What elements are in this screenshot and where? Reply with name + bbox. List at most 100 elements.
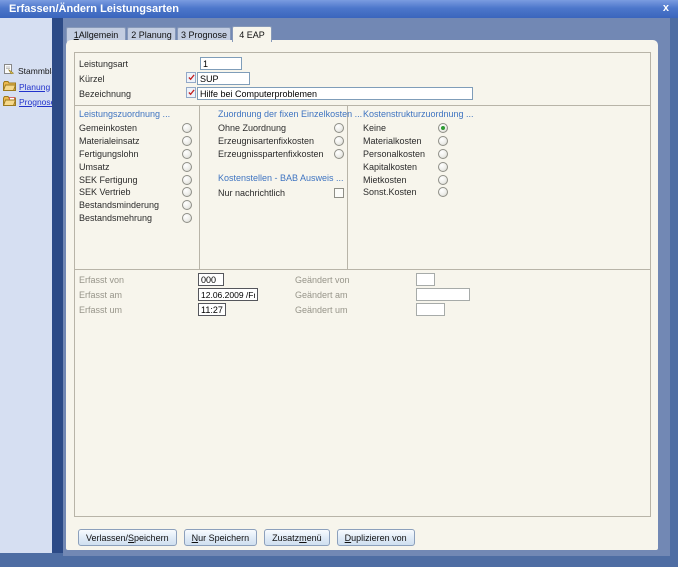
divider-vertical — [347, 105, 348, 269]
option-label: Mietkosten — [363, 175, 438, 185]
radio-option-kapitalkosten: Kapitalkosten — [363, 160, 523, 173]
leistungsart-input[interactable] — [200, 57, 242, 70]
radio-option-ohne-zuordnung: Ohne Zuordnung — [218, 122, 344, 135]
geaendert-am-label: Geändert am — [295, 290, 348, 300]
option-label: Gemeinkosten — [79, 123, 182, 133]
radio-option-bestandsminderung: Bestandsminderung — [79, 199, 192, 212]
erfasst-am-input[interactable] — [198, 288, 258, 301]
option-label: Ohne Zuordnung — [218, 123, 334, 133]
divider-horizontal — [75, 269, 650, 270]
button-label: m — [299, 533, 307, 543]
radio-erzeugnisspartenfixkosten[interactable] — [334, 149, 344, 159]
duplizieren-von-button[interactable]: Duplizieren von — [337, 529, 415, 546]
dialog-window: Erfassen/Ändern Leistungsarten x Stammbl… — [0, 0, 678, 567]
radio-umsatz[interactable] — [182, 162, 192, 172]
divider-horizontal — [75, 105, 650, 106]
tab-eap[interactable]: 4 EAP — [232, 26, 272, 42]
option-label: Bestandsminderung — [79, 200, 182, 210]
option-label: Materialkosten — [363, 136, 438, 146]
folder-mail-icon — [3, 93, 16, 111]
group-title: Zuordnung der fixen Einzelkosten ... — [218, 109, 344, 122]
radio-bestandsminderung[interactable] — [182, 200, 192, 210]
kuerzel-input[interactable] — [197, 72, 250, 85]
sidebar-item-label: Planung — [19, 82, 50, 92]
radio-sonst-kosten[interactable] — [438, 187, 448, 197]
radio-gemeinkosten[interactable] — [182, 123, 192, 133]
option-label: Erzeugnisartenfixkosten — [218, 136, 334, 146]
group-fixe-einzelkosten: Zuordnung der fixen Einzelkosten ... Ohn… — [218, 109, 344, 199]
radio-option-erzeugnisspartenfixkosten: Erzeugnisspartenfixkosten — [218, 148, 344, 161]
sidebar-item-planung[interactable]: Planung — [3, 80, 50, 93]
kuerzel-label: Kürzel — [79, 74, 105, 84]
radio-option-bestandsmehrung: Bestandsmehrung — [79, 212, 192, 225]
radio-option-gemeinkosten: Gemeinkosten — [79, 122, 192, 135]
option-label: Erzeugnisspartenfixkosten — [218, 149, 334, 159]
nur-speichern-button[interactable]: Nur Speichern — [184, 529, 258, 546]
radio-option-sek-vertrieb: SEK Vertrieb — [79, 186, 192, 199]
button-label: enü — [307, 533, 322, 543]
radio-bestandsmehrung[interactable] — [182, 213, 192, 223]
button-label: Verlassen/ — [86, 533, 128, 543]
required-check-icon — [186, 72, 196, 83]
radio-keine[interactable] — [438, 123, 448, 133]
verlassen-speichern-button[interactable]: Verlassen/Speichern — [78, 529, 177, 546]
leistungsart-label: Leistungsart — [79, 59, 128, 69]
button-label: peichern — [134, 533, 169, 543]
required-check-icon — [186, 87, 196, 98]
tab-label: 4 EAP — [239, 30, 265, 40]
window-title: Erfassen/Ändern Leistungsarten — [9, 3, 179, 15]
main-area: 1 Allgemein 2 Planung 3 Prognose 4 EAP L… — [63, 18, 670, 556]
group-title: Kostenstrukturzuordnung ... — [363, 109, 523, 122]
sidebar: Stammblatt Planung Prognose — [0, 18, 52, 553]
zusatzmenue-button[interactable]: Zusatzmenü — [264, 529, 330, 546]
radio-erzeugnisartenfixkosten[interactable] — [334, 136, 344, 146]
sidebar-divider — [52, 18, 63, 553]
form-groupbox: Leistungsart Kürzel Bezeichnung Leistung… — [74, 52, 651, 517]
radio-mietkosten[interactable] — [438, 175, 448, 185]
erfasst-von-label: Erfasst von — [79, 275, 124, 285]
tab-label: 2 Planung — [131, 30, 172, 40]
checkbox-nur-nachrichtlich[interactable] — [334, 188, 344, 198]
radio-personalkosten[interactable] — [438, 149, 448, 159]
radio-option-umsatz: Umsatz — [79, 160, 192, 173]
option-label: SEK Vertrieb — [79, 187, 182, 197]
option-label: Keine — [363, 123, 438, 133]
radio-sek-fertigung[interactable] — [182, 175, 192, 185]
geaendert-von-label: Geändert von — [295, 275, 350, 285]
tab-label: Allgemein — [79, 30, 119, 40]
group-leistungszuordnung: Leistungszuordnung ... Gemeinkosten Mate… — [79, 109, 192, 224]
radio-option-sonst-kosten: Sonst.Kosten — [363, 186, 523, 199]
option-label: Materialeinsatz — [79, 136, 182, 146]
divider-vertical — [199, 105, 200, 269]
radio-ohne-zuordnung[interactable] — [334, 123, 344, 133]
geaendert-am-input[interactable] — [416, 288, 470, 301]
radio-fertigungslohn[interactable] — [182, 149, 192, 159]
radio-materialkosten[interactable] — [438, 136, 448, 146]
geaendert-um-input[interactable] — [416, 303, 445, 316]
option-label: SEK Fertigung — [79, 175, 182, 185]
sidebar-item-label: Prognose — [19, 97, 55, 107]
button-label: Zusatz — [272, 533, 299, 543]
option-label: Personalkosten — [363, 149, 438, 159]
option-label: Kapitalkosten — [363, 162, 438, 172]
erfasst-am-label: Erfasst am — [79, 290, 122, 300]
close-icon[interactable]: x — [663, 2, 669, 15]
group-title: Leistungszuordnung ... — [79, 109, 192, 122]
erfasst-von-input[interactable] — [198, 273, 224, 286]
option-label: Bestandsmehrung — [79, 213, 182, 223]
tab-label: 3 Prognose — [181, 30, 227, 40]
bezeichnung-input[interactable] — [197, 87, 473, 100]
erfasst-um-input[interactable] — [198, 303, 226, 316]
radio-option-materialeinsatz: Materialeinsatz — [79, 135, 192, 148]
radio-sek-vertrieb[interactable] — [182, 187, 192, 197]
sidebar-item-prognose[interactable]: Prognose — [3, 95, 55, 108]
radio-kapitalkosten[interactable] — [438, 162, 448, 172]
radio-materialeinsatz[interactable] — [182, 136, 192, 146]
group-kostenstruktur: Kostenstrukturzuordnung ... Keine Materi… — [363, 109, 523, 199]
geaendert-von-input[interactable] — [416, 273, 435, 286]
button-label: uplizieren von — [351, 533, 407, 543]
option-label: Sonst.Kosten — [363, 187, 438, 197]
erfasst-um-label: Erfasst um — [79, 305, 122, 315]
geaendert-um-label: Geändert um — [295, 305, 348, 315]
radio-option-sek-fertigung: SEK Fertigung — [79, 173, 192, 186]
